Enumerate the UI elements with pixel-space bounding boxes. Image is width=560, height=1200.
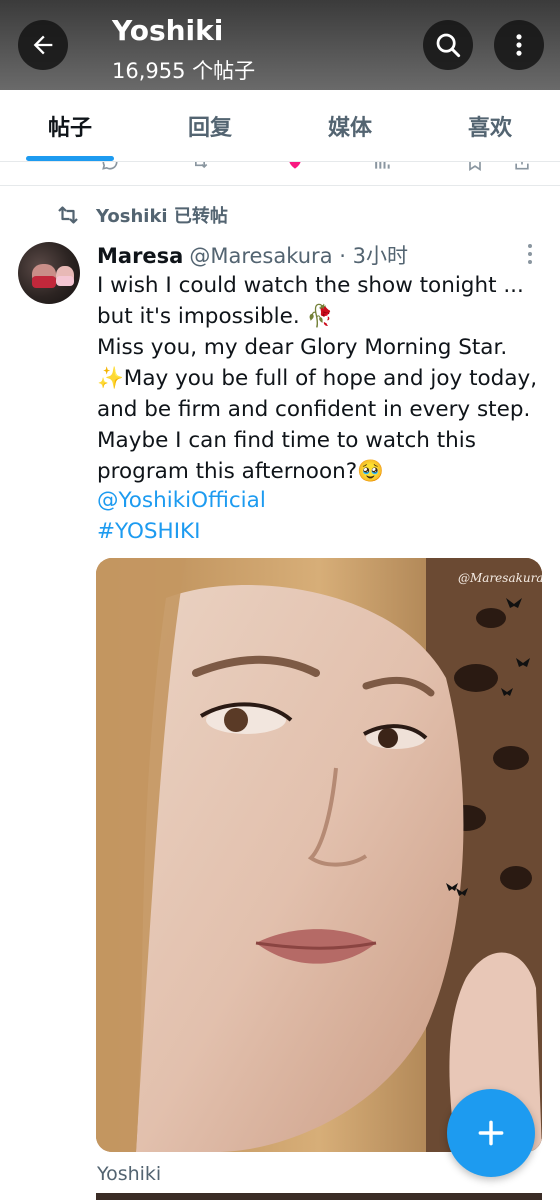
tab-likes[interactable]: 喜欢	[420, 90, 560, 162]
bookmark-icon[interactable]	[465, 162, 485, 172]
image-watermark: @Maresakura	[458, 571, 542, 585]
tweet-text: I wish I could watch the show tonight ..…	[97, 273, 538, 484]
avatar[interactable]	[18, 242, 80, 304]
tweet-more-button[interactable]	[520, 244, 540, 268]
profile-tabs: 帖子 回复 媒体 喜欢	[0, 90, 560, 162]
retweet-context[interactable]: Yoshiki 已转帖	[56, 202, 228, 228]
views-icon[interactable]	[372, 162, 392, 172]
retweet-label: Yoshiki 已转帖	[96, 206, 228, 227]
tab-media[interactable]: 媒体	[280, 90, 420, 162]
retweet-icon	[58, 206, 78, 224]
tweet-time[interactable]: · 3小时	[333, 244, 408, 268]
previous-tweet-actions	[0, 162, 560, 186]
next-media-preview	[96, 1193, 542, 1200]
share-icon[interactable]	[512, 162, 532, 172]
retweet-icon[interactable]	[190, 162, 210, 172]
hashtag-link[interactable]: #YOSHIKI	[97, 519, 201, 544]
tab-replies[interactable]: 回复	[140, 90, 280, 162]
profile-name: Yoshiki	[112, 14, 224, 47]
tab-posts[interactable]: 帖子	[0, 90, 140, 162]
reply-icon[interactable]	[100, 162, 120, 172]
more-options-button[interactable]	[494, 20, 544, 70]
tweet-header: Maresa @Maresakura · 3小时	[97, 240, 408, 270]
author-handle[interactable]: @Maresakura	[189, 244, 332, 268]
media-caption: Yoshiki	[97, 1163, 162, 1185]
search-button[interactable]	[423, 20, 473, 70]
search-icon	[436, 33, 461, 58]
author-name[interactable]: Maresa	[97, 244, 183, 268]
compose-button[interactable]	[447, 1089, 535, 1177]
back-button[interactable]	[18, 20, 68, 70]
profile-header: Yoshiki 16,955 个帖子	[0, 0, 560, 90]
more-vertical-icon	[516, 34, 522, 56]
mention-link[interactable]: @YoshikiOfficial	[97, 488, 266, 513]
arrow-left-icon	[33, 35, 53, 55]
active-tab-indicator	[26, 156, 114, 161]
like-icon[interactable]	[285, 162, 305, 172]
post-count: 16,955 个帖子	[112, 59, 256, 83]
tweet-media-image[interactable]: @Maresakura	[96, 558, 542, 1152]
plus-icon	[478, 1120, 504, 1146]
